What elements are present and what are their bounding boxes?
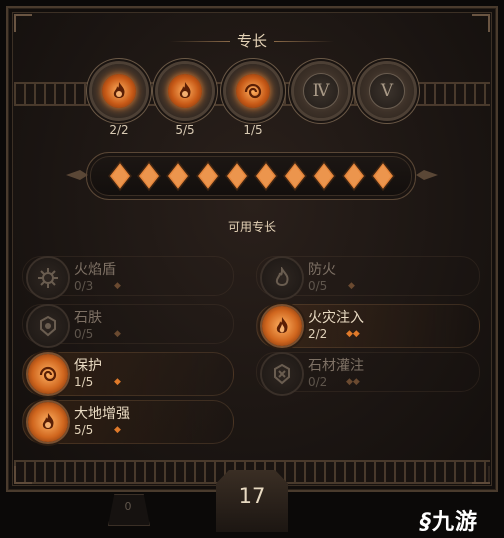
rank-emblem-2[interactable]	[158, 64, 212, 118]
fire-shield-icon	[28, 258, 68, 298]
secondary-counter: 0	[124, 500, 132, 513]
rank-diamond-icon: ◆	[114, 329, 121, 339]
panel-title: 专长	[236, 32, 267, 50]
skill-level: 5/5	[74, 423, 94, 437]
skill-level: 0/2	[308, 375, 328, 389]
skill-stone-skin[interactable]: 石肤 0/5 ◆	[28, 306, 248, 346]
point-gem-icon	[254, 160, 278, 192]
rank-diamond-icon: ◆◆	[346, 377, 360, 387]
character-level: 17	[238, 484, 266, 508]
point-gem-icon	[283, 160, 308, 192]
skill-name: 防火	[308, 262, 336, 278]
rank-emblem-5[interactable]: Ⅴ	[360, 64, 414, 118]
skill-name: 保护	[74, 358, 102, 374]
bar-ornament-left	[66, 170, 88, 180]
specialization-points-bar	[86, 152, 416, 200]
earth-emblem-icon	[236, 74, 270, 108]
skill-level: 1/5	[74, 375, 94, 389]
stone-infusion-icon	[262, 354, 302, 394]
skill-fire-shield[interactable]: 火焰盾 0/3 ◆	[28, 258, 248, 298]
skill-name: 石材灌注	[308, 358, 364, 374]
skill-name: 石肤	[74, 310, 102, 326]
rank-count: 2/2	[109, 123, 129, 137]
rank-count: 1/5	[243, 123, 263, 137]
skill-fireproof[interactable]: 防火 0/5 ◆	[262, 258, 482, 298]
protection-icon	[28, 354, 68, 394]
point-gem-icon	[312, 160, 337, 192]
point-gem-icon	[108, 160, 132, 192]
rank-diamond-icon: ◆	[114, 281, 121, 291]
point-gem-icon	[224, 160, 249, 192]
point-gem-icon	[195, 160, 220, 192]
fire-infusion-icon	[262, 306, 302, 346]
point-gem-icon	[370, 160, 395, 192]
point-gem-icon	[137, 160, 162, 192]
skill-level: 0/5	[74, 327, 94, 341]
rank-diamond-icon: ◆	[348, 281, 355, 291]
skill-level: 2/2	[308, 327, 328, 341]
bar-ornament-right	[416, 170, 438, 180]
skill-name: 大地增强	[74, 406, 130, 422]
fire-emblem-icon	[102, 74, 136, 108]
skill-name: 火焰盾	[74, 262, 116, 278]
rank-diamond-icon: ◆◆	[346, 329, 360, 339]
fire-emblem-icon	[168, 74, 202, 108]
stone-skin-icon	[28, 306, 68, 346]
rank-count: 5/5	[175, 123, 195, 137]
skill-name: 火灾注入	[308, 310, 364, 326]
earth-empower-icon	[28, 402, 68, 442]
rank-diamond-icon: ◆	[114, 425, 121, 435]
rank-emblem-4[interactable]: Ⅳ	[294, 64, 348, 118]
point-gem-icon	[166, 160, 191, 192]
skill-level: 0/3	[74, 279, 94, 293]
skill-earth-empower[interactable]: 大地增强 5/5 ◆	[28, 402, 248, 442]
fireproof-icon	[262, 258, 302, 298]
rank-emblem-3[interactable]	[226, 64, 280, 118]
rank-diamond-icon: ◆	[114, 377, 121, 387]
roman-five-icon: Ⅴ	[369, 73, 405, 109]
rank-emblem-1[interactable]	[92, 64, 146, 118]
point-gem-icon	[341, 160, 366, 192]
available-specializations-label: 可用专长	[227, 220, 276, 234]
skill-fire-infusion[interactable]: 火灾注入 2/2 ◆◆	[262, 306, 482, 346]
skill-level: 0/5	[308, 279, 328, 293]
skill-protection[interactable]: 保护 1/5 ◆	[28, 354, 248, 394]
skill-stone-infusion[interactable]: 石材灌注 0/2 ◆◆	[262, 354, 482, 394]
roman-four-icon: Ⅳ	[303, 73, 339, 109]
watermark-logo: §九游	[420, 510, 479, 535]
